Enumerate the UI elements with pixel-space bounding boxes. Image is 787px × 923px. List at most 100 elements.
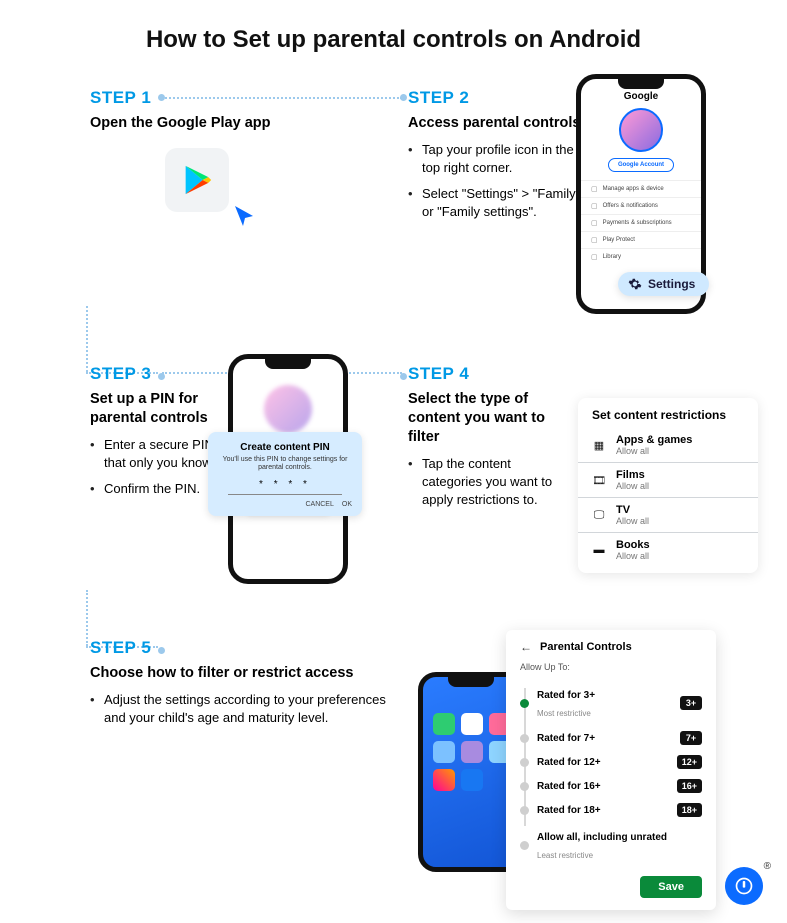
blurred-avatar: [264, 385, 312, 433]
rating-row: Rated for 16+ 16+: [520, 774, 702, 798]
app-icon: [461, 713, 483, 735]
apps-icon: ▦: [592, 439, 606, 452]
allow-up-to-label: Allow Up To:: [520, 662, 702, 672]
restriction-sub: Allow all: [616, 481, 649, 491]
instagram-icon: [433, 769, 455, 791]
menu-row: Offers & notifications: [581, 197, 701, 214]
rating-sub: Least restrictive: [537, 851, 593, 860]
radio-icon: [520, 782, 529, 791]
phone-notch: [618, 79, 664, 89]
profile-avatar: [619, 108, 663, 152]
content-restrictions-card: Set content restrictions ▦ Apps & gamesA…: [578, 398, 758, 573]
google-account-button: Google Account: [608, 158, 674, 172]
google-play-icon: [165, 148, 229, 212]
google-logo-text: Google: [581, 91, 701, 102]
gear-icon: [628, 277, 642, 291]
pin-card-subtitle: You'll use this PIN to change settings f…: [218, 456, 352, 473]
rating-row: Allow all, including unrated Least restri…: [520, 822, 702, 868]
connector-line: [86, 590, 88, 646]
step-1-label: STEP 1: [90, 88, 310, 108]
parental-controls-card: ← Parental Controls Allow Up To: Rated f…: [506, 630, 716, 910]
app-icon: [433, 741, 455, 763]
menu-row: Manage apps & device: [581, 180, 701, 197]
step-2-bullet: Select "Settings" > "Family" or "Family …: [408, 185, 583, 221]
play-store-icon: [180, 163, 214, 197]
phone-notch: [448, 677, 494, 687]
films-icon: 🎞: [592, 474, 606, 487]
restriction-name: Films: [616, 469, 649, 481]
connector-line: [86, 306, 88, 372]
restriction-row: ▬ BooksAllow all: [578, 533, 758, 567]
connector-dot: [400, 94, 407, 101]
restriction-sub: Allow all: [616, 551, 650, 561]
step-2-heading: Access parental controls: [408, 114, 583, 133]
settings-pill-label: Settings: [648, 277, 695, 291]
rating-badge: 7+: [680, 731, 702, 745]
save-button[interactable]: Save: [640, 876, 702, 898]
rating-badge: 18+: [677, 803, 702, 817]
step-4-bullet: Tap the content categories you want to a…: [408, 455, 568, 510]
rating-label: Rated for 3+: [537, 690, 595, 701]
step-4-label: STEP 4: [408, 364, 568, 384]
step-5-bullet: Adjust the settings according to your pr…: [90, 691, 410, 727]
settings-callout-pill: Settings: [618, 272, 709, 296]
restriction-row: 🖵 TVAllow all: [578, 498, 758, 533]
step-2-label: STEP 2: [408, 88, 583, 108]
tv-icon: 🖵: [592, 509, 606, 522]
radio-icon: [520, 806, 529, 815]
menu-row: Play Protect: [581, 231, 701, 248]
rating-label: Rated for 18+: [537, 805, 601, 816]
connector-dot: [400, 373, 407, 380]
cursor-icon: [232, 204, 256, 235]
radio-icon: [520, 841, 529, 850]
step-2-bullet: Tap your profile icon in the top right c…: [408, 141, 583, 177]
rating-badge: 12+: [677, 755, 702, 769]
restriction-row: 🎞 FilmsAllow all: [578, 463, 758, 498]
step-1-block: STEP 1 Open the Google Play app: [90, 88, 310, 141]
step-1-heading: Open the Google Play app: [90, 114, 310, 133]
rating-badge: 16+: [677, 779, 702, 793]
restriction-name: TV: [616, 504, 649, 516]
page-title: How to Set up parental controls on Andro…: [0, 0, 787, 74]
step-3-label: STEP 3: [90, 364, 230, 384]
radio-icon: [520, 734, 529, 743]
app-icon: [461, 741, 483, 763]
step-4-block: STEP 4 Select the type of content you wa…: [408, 364, 568, 517]
step-2-block: STEP 2 Access parental controls Tap your…: [408, 88, 583, 230]
phone-notch: [265, 359, 311, 369]
restrictions-title: Set content restrictions: [578, 408, 758, 428]
create-pin-card: Create content PIN You'll use this PIN t…: [208, 432, 362, 516]
restriction-name: Apps & games: [616, 434, 692, 446]
pin-card-title: Create content PIN: [218, 442, 352, 453]
step-5-block: STEP 5 Choose how to filter or restrict …: [90, 638, 410, 735]
menu-row: Library: [581, 248, 701, 265]
books-icon: ▬: [592, 544, 606, 556]
menu-row: Payments & subscriptions: [581, 214, 701, 231]
step-3-heading: Set up a PIN for parental controls: [90, 390, 230, 428]
brand-logo-icon: [725, 867, 763, 905]
rating-sub: Most restrictive: [537, 709, 591, 718]
rating-row: Rated for 18+ 18+: [520, 798, 702, 822]
restriction-row: ▦ Apps & gamesAllow all: [578, 428, 758, 463]
step-4-heading: Select the type of content you want to f…: [408, 390, 568, 447]
rating-badge: 3+: [680, 696, 702, 710]
rating-label: Allow all, including unrated: [537, 832, 667, 843]
restriction-sub: Allow all: [616, 516, 649, 526]
rating-label: Rated for 7+: [537, 733, 595, 744]
back-arrow-icon: ←: [520, 640, 532, 654]
pin-cancel: CANCEL: [305, 501, 333, 508]
rating-label: Rated for 16+: [537, 781, 601, 792]
rating-row: Rated for 7+ 7+: [520, 726, 702, 750]
pin-stars: * * * *: [218, 479, 352, 490]
rating-row: Rated for 12+ 12+: [520, 750, 702, 774]
restriction-sub: Allow all: [616, 446, 692, 456]
step-5-label: STEP 5: [90, 638, 410, 658]
app-icon: [433, 713, 455, 735]
restriction-name: Books: [616, 539, 650, 551]
facebook-icon: [461, 769, 483, 791]
rating-label: Rated for 12+: [537, 757, 601, 768]
step-5-heading: Choose how to filter or restrict access: [90, 664, 410, 683]
pin-input-line: [228, 494, 342, 495]
radio-selected-icon: [520, 699, 529, 708]
pc-title: Parental Controls: [540, 641, 632, 653]
